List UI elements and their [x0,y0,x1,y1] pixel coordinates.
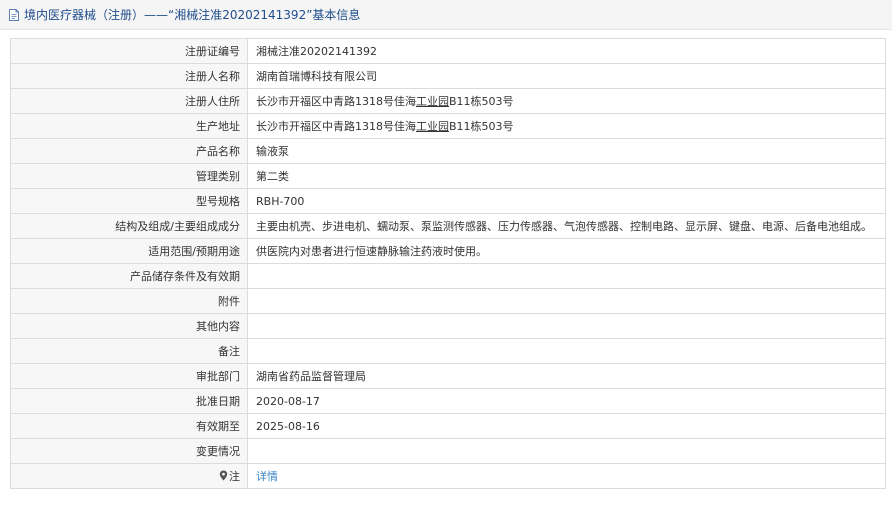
row-value: 详情 [247,463,886,489]
row-label: 批准日期 [10,388,248,414]
row-value [247,263,886,289]
table-row: 注 详情 [10,463,886,489]
address-underlined-part: 工业园 [416,95,449,108]
row-label: 审批部门 [10,363,248,389]
table-row: 生产地址 长沙市开福区中青路1318号佳海工业园B11栋503号 [10,113,886,139]
row-label: 结构及组成/主要组成成分 [10,213,248,239]
table-row: 其他内容 [10,313,886,339]
row-value [247,313,886,339]
table-row: 有效期至 2025-08-16 [10,413,886,439]
row-value: 湘械注准20202141392 [247,38,886,64]
row-label: 备注 [10,338,248,364]
table-row: 产品名称 输液泵 [10,138,886,164]
table-row: 注册证编号 湘械注准20202141392 [10,38,886,64]
row-label: 变更情况 [10,438,248,464]
table-row: 附件 [10,288,886,314]
row-label: 其他内容 [10,313,248,339]
details-link[interactable]: 详情 [256,470,278,483]
row-value: 第二类 [247,163,886,189]
row-value [247,338,886,364]
row-value [247,438,886,464]
table-row: 批准日期 2020-08-17 [10,388,886,414]
row-label: 适用范围/预期用途 [10,238,248,264]
table-row: 型号规格 RBH-700 [10,188,886,214]
row-value: 长沙市开福区中青路1318号佳海工业园B11栋503号 [247,88,886,114]
document-icon [8,8,20,22]
table-row: 注册人住所 长沙市开福区中青路1318号佳海工业园B11栋503号 [10,88,886,114]
row-value: RBH-700 [247,188,886,214]
table-row: 变更情况 [10,438,886,464]
row-label: 附件 [10,288,248,314]
row-label: 有效期至 [10,413,248,439]
row-label: 产品储存条件及有效期 [10,263,248,289]
title-bar: 境内医疗器械（注册）——“湘械注准20202141392”基本信息 [0,0,892,30]
address-part: B11栋503号 [449,120,514,133]
row-label: 注册人名称 [10,63,248,89]
row-value: 2025-08-16 [247,413,886,439]
address-part: 长沙市开福区中青路1318号佳海 [256,120,416,133]
table-row: 审批部门 湖南省药品监督管理局 [10,363,886,389]
row-label-note: 注 [10,463,248,489]
pin-icon [219,470,228,481]
row-value: 主要由机壳、步进电机、蠕动泵、泵监测传感器、压力传感器、气泡传感器、控制电路、显… [247,213,886,239]
table-row: 管理类别 第二类 [10,163,886,189]
row-value [247,288,886,314]
row-label: 生产地址 [10,113,248,139]
table-row: 备注 [10,338,886,364]
row-value: 湖南首瑞博科技有限公司 [247,63,886,89]
table-row: 产品储存条件及有效期 [10,263,886,289]
row-value: 供医院内对患者进行恒速静脉输注药液时使用。 [247,238,886,264]
row-value: 2020-08-17 [247,388,886,414]
row-label: 管理类别 [10,163,248,189]
row-value: 湖南省药品监督管理局 [247,363,886,389]
address-underlined-part: 工业园 [416,120,449,133]
table-row: 注册人名称 湖南首瑞博科技有限公司 [10,63,886,89]
address-part: B11栋503号 [449,95,514,108]
table-row: 结构及组成/主要组成成分 主要由机壳、步进电机、蠕动泵、泵监测传感器、压力传感器… [10,213,886,239]
info-table: 注册证编号 湘械注准20202141392 注册人名称 湖南首瑞博科技有限公司 … [10,38,886,489]
row-label: 型号规格 [10,188,248,214]
page-title: 境内医疗器械（注册）——“湘械注准20202141392”基本信息 [24,8,361,22]
table-row: 适用范围/预期用途 供医院内对患者进行恒速静脉输注药液时使用。 [10,238,886,264]
row-label: 注册人住所 [10,88,248,114]
row-label: 注册证编号 [10,38,248,64]
address-part: 长沙市开福区中青路1318号佳海 [256,95,416,108]
row-value: 长沙市开福区中青路1318号佳海工业园B11栋503号 [247,113,886,139]
note-label: 注 [229,470,240,483]
row-value: 输液泵 [247,138,886,164]
row-label: 产品名称 [10,138,248,164]
